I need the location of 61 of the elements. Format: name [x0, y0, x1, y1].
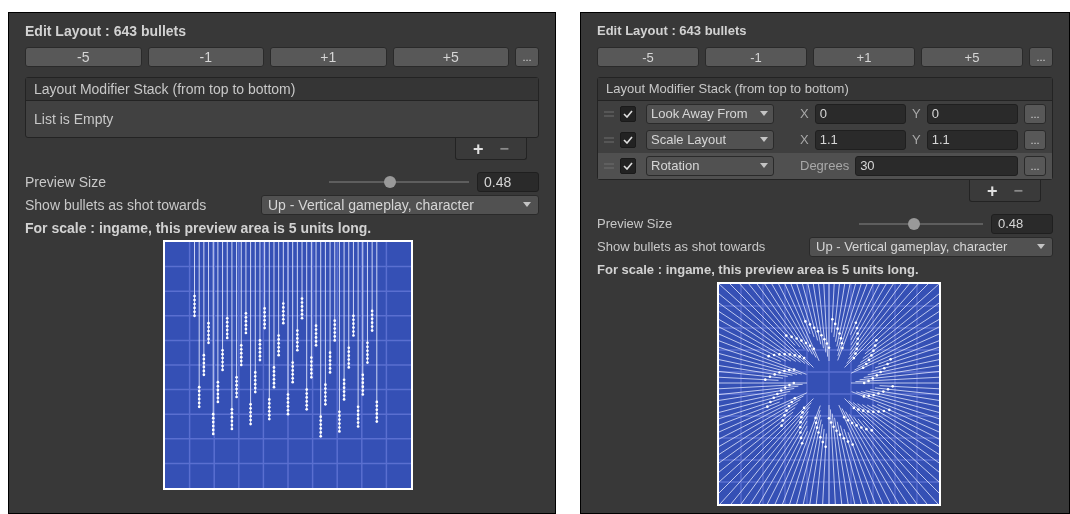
checkbox[interactable] [620, 106, 636, 122]
step-button[interactable]: -1 [705, 47, 807, 67]
more-button[interactable]: ... [1024, 130, 1046, 150]
list-header: Layout Modifier Stack (from top to bottom) [598, 78, 1052, 101]
modifier-dropdown[interactable]: Look Away From [646, 104, 774, 124]
checkmark-icon [623, 136, 633, 144]
step-button[interactable]: +1 [270, 47, 387, 67]
slider-thumb[interactable] [384, 176, 397, 188]
checkbox[interactable] [620, 158, 636, 174]
field-label: Degrees [800, 157, 850, 176]
checkbox[interactable] [620, 132, 636, 148]
value-field[interactable]: 0.48 [991, 214, 1053, 234]
field-label: Preview Size [597, 215, 674, 234]
step-button[interactable]: +1 [813, 47, 915, 67]
value-field[interactable]: 1.1 [926, 130, 1018, 150]
direction-dropdown[interactable]: Up - Vertical gameplay, character [809, 237, 1053, 257]
add-button[interactable]: + [987, 181, 998, 200]
add-button[interactable]: + [473, 139, 484, 158]
field-label: Y [912, 105, 921, 124]
slider-track[interactable] [329, 176, 469, 188]
remove-button[interactable]: − [499, 140, 509, 157]
field-label: Show bullets as shot towards [25, 195, 208, 215]
slider-track[interactable] [859, 218, 983, 230]
field-label: X [800, 105, 809, 124]
slider-thumb[interactable] [908, 218, 921, 230]
value-field[interactable]: 0 [814, 104, 906, 124]
value-field[interactable]: 0 [926, 104, 1018, 124]
field-label: Preview Size [25, 172, 107, 192]
field-label: Y [912, 131, 921, 150]
caret-icon [759, 111, 769, 117]
caret-icon [759, 137, 769, 143]
step-button[interactable]: -1 [147, 47, 264, 67]
remove-button[interactable]: − [1013, 182, 1023, 199]
checkmark-icon [623, 110, 633, 118]
modifier-row[interactable]: Rotation Degrees 30 ... [598, 153, 1052, 179]
direction-dropdown[interactable]: Up - Vertical gameplay, character [261, 195, 539, 215]
step-button[interactable]: +5 [392, 47, 509, 67]
caret-icon [759, 163, 769, 169]
more-button[interactable]: ... [1029, 47, 1053, 67]
scale-note: For scale : ingame, this preview area is 5 units long. [25, 219, 373, 238]
panel-title: Edit Layout : 643 bullets [597, 22, 748, 40]
step-button[interactable]: -5 [597, 47, 699, 67]
value-field[interactable]: 1.1 [814, 130, 906, 150]
field-label: Show bullets as shot towards [597, 238, 767, 257]
checkmark-icon [623, 162, 633, 170]
more-button[interactable]: ... [1024, 156, 1046, 176]
step-button[interactable]: -5 [25, 47, 142, 67]
panel-title: Edit Layout : 643 bullets [25, 22, 188, 41]
modifier-dropdown[interactable]: Rotation [646, 156, 774, 176]
list-header: Layout Modifier Stack (from top to bottom) [26, 78, 538, 101]
step-button[interactable]: +5 [921, 47, 1023, 67]
more-button[interactable]: ... [1024, 104, 1046, 124]
scale-note: For scale : ingame, this preview area is 5 units long. [597, 261, 920, 279]
value-field[interactable]: 0.48 [477, 172, 539, 192]
empty-list-message: List is Empty [33, 110, 115, 129]
modifier-dropdown[interactable]: Scale Layout [646, 130, 774, 150]
caret-icon [522, 202, 532, 208]
more-button[interactable]: ... [515, 47, 539, 67]
value-field[interactable]: 30 [855, 156, 1018, 176]
caret-icon [1036, 244, 1046, 250]
field-label: X [800, 131, 809, 150]
